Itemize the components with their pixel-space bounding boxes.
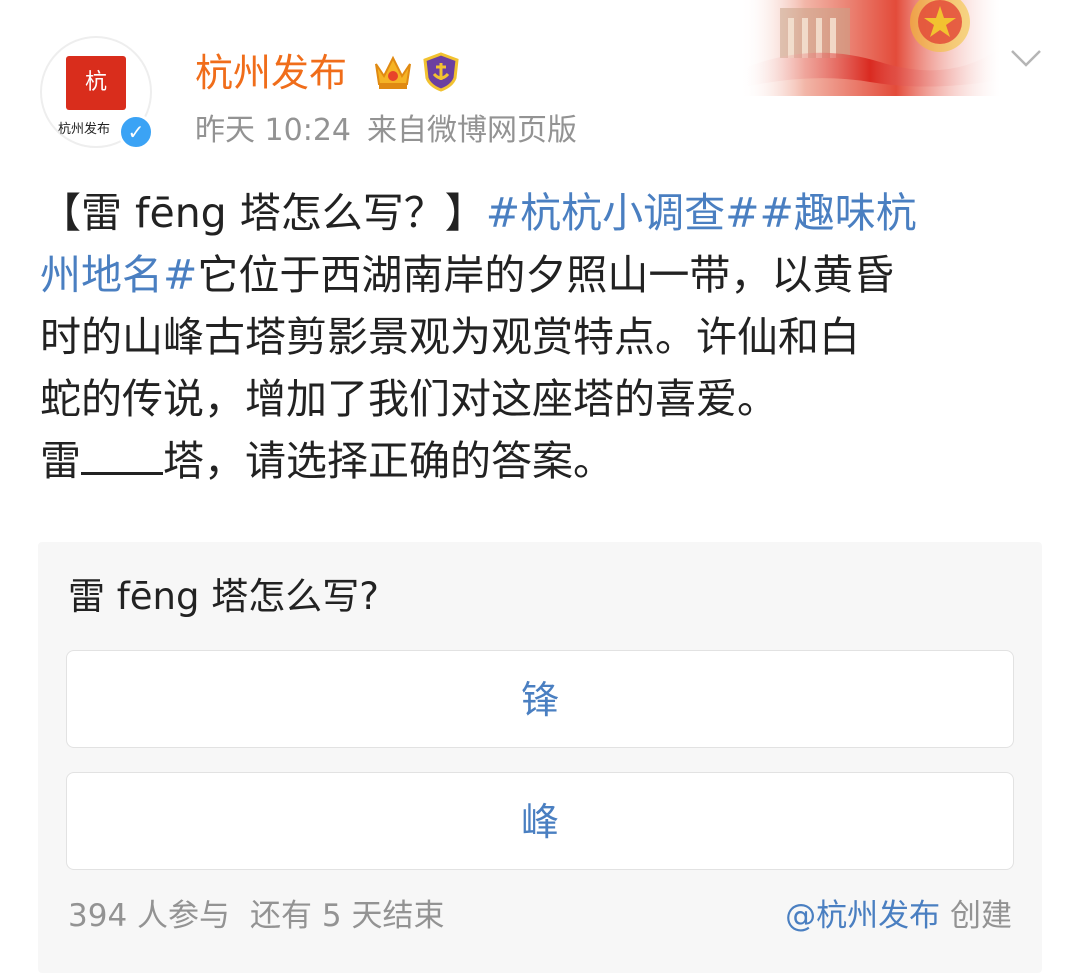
poll-option-button[interactable]: 峰 <box>66 772 1014 870</box>
post-body: 【雷 fēng 塔怎么写？】#杭杭小调查##趣味杭 州地名#它位于西湖南岸的夕照… <box>40 182 1040 492</box>
banner-decoration <box>740 0 1000 96</box>
post-text: 雷 <box>40 437 81 485</box>
avatar-logo: 杭 <box>66 56 126 110</box>
post-line: 时的山峰古塔剪影景观为观赏特点。许仙和白 <box>40 306 1040 368</box>
post-text: 蛇的传说，增加了我们对这座塔的喜爱。 <box>40 375 778 423</box>
fill-in-blank <box>81 444 163 475</box>
shield-icon[interactable] <box>422 52 460 92</box>
post-text: 塔，请选择正确的答案。 <box>163 437 614 485</box>
poll-participants: 394 人参与 <box>68 898 231 934</box>
post-meta: 昨天 10:24 来自微博网页版 <box>195 112 577 150</box>
post-text: 它位于西湖南岸的夕照山一带，以黄昏 <box>197 251 895 299</box>
verified-icon: ✓ <box>118 114 154 150</box>
post-timestamp: 昨天 10:24 <box>195 113 351 148</box>
poll-time-left: 还有 5 天结束 <box>250 898 445 934</box>
post-line: 【雷 fēng 塔怎么写？】#杭杭小调查##趣味杭 <box>40 182 1040 244</box>
post-line: 雷 塔，请选择正确的答案。 <box>40 430 1040 492</box>
crown-icon[interactable] <box>372 52 414 92</box>
poll-question: 雷 fēng 塔怎么写? <box>68 575 379 618</box>
post-line: 州地名#它位于西湖南岸的夕照山一带，以黄昏 <box>40 244 1040 306</box>
post-source[interactable]: 来自微博网页版 <box>367 113 577 148</box>
avatar-caption: 杭州发布 <box>58 122 111 137</box>
post-text: 时的山峰古塔剪影景观为观赏特点。许仙和白 <box>40 313 860 361</box>
topic-link[interactable]: 州地名# <box>40 251 197 299</box>
poll-creator: @杭州发布 创建 <box>785 894 1012 938</box>
topic-link[interactable]: #杭杭小调查##趣味杭 <box>486 189 917 237</box>
chevron-down-icon[interactable] <box>1008 44 1044 72</box>
post-title: 【雷 fēng 塔怎么写？】 <box>40 189 486 237</box>
poll-stats: 394 人参与 还有 5 天结束 <box>68 894 444 938</box>
creator-link[interactable]: @杭州发布 <box>785 898 940 934</box>
post-header: 杭 杭州发布 ✓ 杭州发布 昨天 10:24 来自微博网页版 <box>0 0 1080 160</box>
poll-card: 雷 fēng 塔怎么写? 锋 峰 394 人参与 还有 5 天结束 @杭州发布 创… <box>38 542 1042 973</box>
poll-option-button[interactable]: 锋 <box>66 650 1014 748</box>
creator-suffix: 创建 <box>950 898 1012 934</box>
post-line: 蛇的传说，增加了我们对这座塔的喜爱。 <box>40 368 1040 430</box>
author-name[interactable]: 杭州发布 <box>195 50 347 96</box>
